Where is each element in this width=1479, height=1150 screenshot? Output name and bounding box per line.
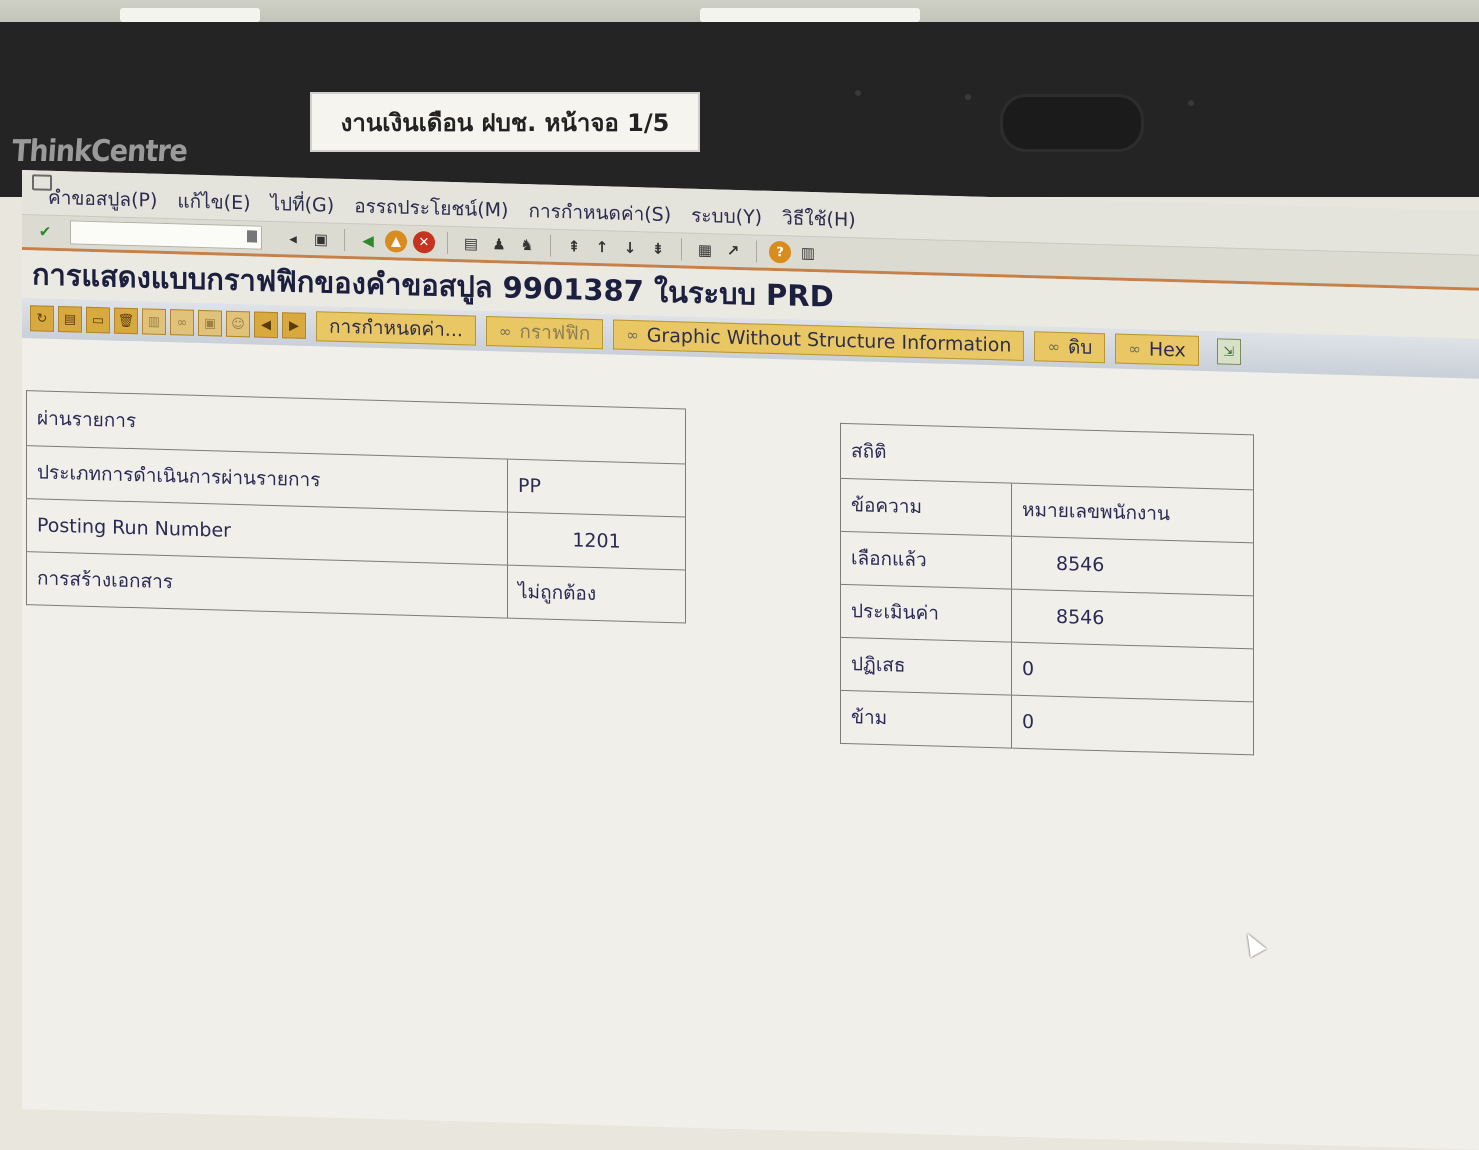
sensor-dot <box>965 94 971 100</box>
statistics-row-value: 8546 <box>1011 589 1254 649</box>
triangle-left-icon[interactable]: ◂ <box>282 227 304 250</box>
back-icon[interactable]: ◀ <box>357 229 379 252</box>
arrow-right-icon[interactable]: ▶ <box>282 312 306 339</box>
hex-button[interactable]: ∞ Hex <box>1115 333 1199 366</box>
menu-goto[interactable]: ไปที่(G) <box>271 189 335 223</box>
sensor-dot <box>855 90 861 96</box>
shortcut-icon[interactable]: ↗ <box>722 240 744 263</box>
first-page-icon[interactable]: ⇞ <box>563 235 585 258</box>
ceiling-lamp <box>700 8 920 22</box>
posting-row-value[interactable]: ไม่ถูกต้อง <box>507 565 686 624</box>
glasses-icon: ∞ <box>626 325 639 345</box>
posting-row-value: 1201 <box>507 512 686 571</box>
graphic-without-structure-button[interactable]: ∞ Graphic Without Structure Information <box>613 319 1025 362</box>
settings-button[interactable]: การกำหนดค่า... <box>316 311 476 346</box>
raw-button[interactable]: ∞ ดิบ <box>1034 331 1106 364</box>
layout-icon[interactable]: ▥ <box>797 242 819 265</box>
toolbar-separator <box>756 240 757 263</box>
next-page-icon[interactable]: ↓ <box>619 237 641 260</box>
statistics-row-label: ข้อความ <box>840 478 1012 537</box>
output-icon[interactable]: ▣ <box>198 309 222 337</box>
delete-icon[interactable]: 🗑 <box>114 307 138 335</box>
table-row: ข้าม 0 <box>840 690 1254 755</box>
export-icon[interactable]: ⇲ <box>1216 338 1241 366</box>
statistics-row-value: 0 <box>1011 695 1254 755</box>
arrow-left-icon[interactable]: ◀ <box>254 311 278 339</box>
previous-page-icon[interactable]: ↑ <box>591 236 613 259</box>
command-field[interactable] <box>70 220 262 250</box>
new-session-icon[interactable]: ▦ <box>694 239 716 262</box>
monitor-bezel: ThinkCentre งานเงินเดือน ฝบช. หน้าจอ 1/5 <box>0 22 1479 197</box>
menu-spool-request[interactable]: คำขอสปูล(P) <box>48 183 157 218</box>
toolbar-separator <box>550 234 551 257</box>
statistics-row-label: เลือกแล้ว <box>840 531 1012 590</box>
last-page-icon[interactable]: ⇟ <box>647 237 669 260</box>
help-icon[interactable]: ? <box>769 240 791 264</box>
attributes-icon[interactable]: ▥ <box>142 308 166 336</box>
statistics-row-value: 8546 <box>1011 536 1254 596</box>
print-icon[interactable]: ▭ <box>86 306 110 334</box>
mouse-pointer-icon <box>1239 929 1267 958</box>
monitor-brand-logo: ThinkCentre <box>10 134 189 169</box>
menu-settings[interactable]: การกำหนดค่า(S) <box>528 196 671 232</box>
refresh-icon[interactable]: ↻ <box>30 305 54 332</box>
statistics-row-label: ประเมินค่า <box>840 584 1012 643</box>
statistics-row-label: ข้าม <box>840 690 1012 749</box>
glasses-icon[interactable]: ∞ <box>170 309 194 336</box>
glasses-icon: ∞ <box>1047 337 1060 356</box>
webcam <box>1000 94 1144 152</box>
statistics-row-label: ปฏิเสธ <box>840 637 1012 696</box>
find-icon[interactable]: ♟ <box>488 233 510 256</box>
command-history-icon[interactable] <box>247 230 257 243</box>
exit-icon[interactable]: ▲ <box>385 230 407 253</box>
statistics-row-value: หมายเลขพนักงาน <box>1011 483 1254 543</box>
menu-system[interactable]: ระบบ(Y) <box>691 201 762 235</box>
graphic-button[interactable]: ∞ กราฟฟิก <box>485 315 604 350</box>
glasses-icon: ∞ <box>1128 339 1141 359</box>
cancel-icon[interactable]: ✕ <box>413 230 435 254</box>
sensor-dot <box>1188 100 1194 106</box>
menu-edit[interactable]: แก้ไข(E) <box>177 186 250 220</box>
glasses-icon: ∞ <box>498 322 512 341</box>
save-icon[interactable]: ▣ <box>310 228 332 251</box>
posting-row-value: PP <box>507 459 686 518</box>
toolbar-separator <box>344 228 345 252</box>
enter-check-icon[interactable]: ✔ <box>34 220 56 243</box>
display-icon[interactable]: ▤ <box>58 306 82 333</box>
menu-utilities[interactable]: อรรถประโยชน์(M) <box>354 191 508 227</box>
menu-help[interactable]: วิธีใช้(H) <box>782 203 856 237</box>
ceiling-lamp <box>120 8 260 22</box>
print-icon[interactable]: ▤ <box>460 232 482 255</box>
monitor-label-sticker: งานเงินเดือน ฝบช. หน้าจอ 1/5 <box>310 92 700 152</box>
user-icon[interactable]: ☺ <box>226 310 250 338</box>
window-menu-icon[interactable] <box>32 174 52 191</box>
toolbar-separator <box>447 231 448 254</box>
statistics-table: สถิติ ข้อความ หมายเลขพนักงาน เลือกแล้ว 8… <box>840 423 1254 756</box>
toolbar-separator <box>681 238 682 261</box>
sap-window: คำขอสปูล(P) แก้ไข(E) ไปที่(G) อรรถประโยช… <box>22 170 1479 1150</box>
statistics-row-value: 0 <box>1011 642 1254 702</box>
posting-table: ผ่านรายการ ประเภทการดำเนินการผ่านรายการ … <box>26 390 686 624</box>
find-next-icon[interactable]: ♞ <box>516 234 538 257</box>
